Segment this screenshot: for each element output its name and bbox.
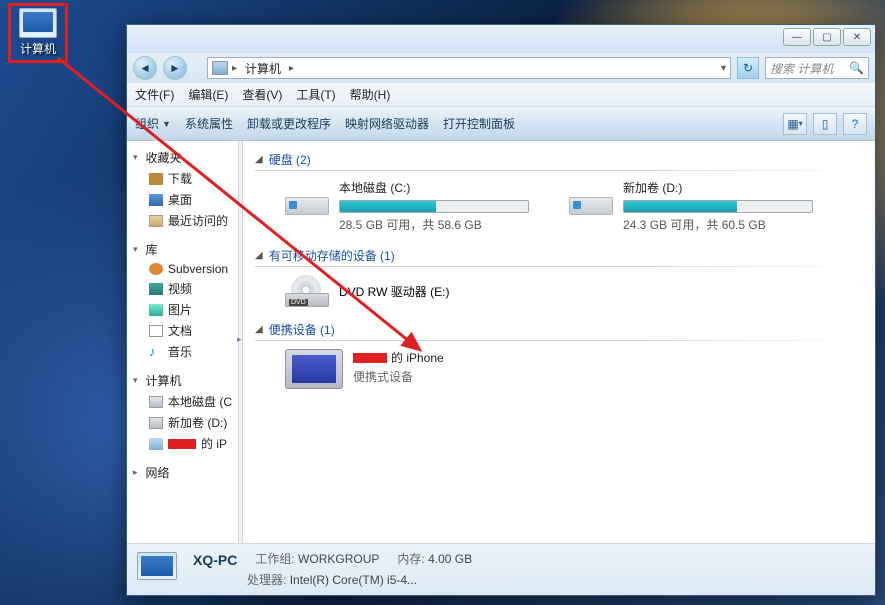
address-row: ◄ ► ▸ 计算机 ▸ ▾ ↻ 搜索 计算机 🔍 bbox=[127, 53, 875, 83]
device-name: 的 iPhone bbox=[353, 349, 444, 366]
device-icon bbox=[285, 349, 343, 389]
control-panel-button[interactable]: 打开控制面板 bbox=[443, 115, 515, 132]
tree-item-music[interactable]: ♪音乐 bbox=[127, 341, 238, 362]
menu-file[interactable]: 文件(F) bbox=[135, 86, 174, 103]
menu-bar: 文件(F) 编辑(E) 查看(V) 工具(T) 帮助(H) bbox=[127, 83, 875, 107]
map-drive-button[interactable]: 映射网络驱动器 bbox=[345, 115, 429, 132]
dvd-drive[interactable]: DVD DVD RW 驱动器 (E:) bbox=[255, 271, 863, 317]
dvd-icon: DVD bbox=[285, 275, 329, 307]
toolbar: 组织▼ 系统属性 卸载或更改程序 映射网络驱动器 打开控制面板 ▦▾ ▯ ? bbox=[127, 107, 875, 141]
search-placeholder: 搜索 计算机 bbox=[770, 60, 833, 77]
portable-device-iphone[interactable]: 的 iPhone 便携式设备 bbox=[255, 345, 863, 399]
section-removable[interactable]: ◢有可移动存储的设备 (1) bbox=[255, 243, 863, 268]
computer-icon bbox=[19, 8, 57, 38]
drive-name: 新加卷 (D:) bbox=[623, 179, 829, 196]
drive-icon bbox=[569, 179, 613, 215]
help-button[interactable]: ? bbox=[843, 113, 867, 135]
section-portable[interactable]: ◢便携设备 (1) bbox=[255, 317, 863, 342]
organize-button[interactable]: 组织▼ bbox=[135, 115, 171, 132]
tree-splitter[interactable] bbox=[239, 141, 243, 543]
dvd-name: DVD RW 驱动器 (E:) bbox=[339, 283, 449, 300]
section-drives[interactable]: ◢硬盘 (2) bbox=[255, 147, 863, 172]
tree-network[interactable]: ▸网络 bbox=[127, 462, 238, 483]
address-bar[interactable]: ▸ 计算机 ▸ ▾ bbox=[207, 57, 731, 79]
uninstall-programs-button[interactable]: 卸载或更改程序 bbox=[247, 115, 331, 132]
search-input[interactable]: 搜索 计算机 🔍 bbox=[765, 57, 869, 79]
view-options-button[interactable]: ▦▾ bbox=[783, 113, 807, 135]
tree-favorites[interactable]: ▾收藏夹 bbox=[127, 147, 238, 168]
refresh-button[interactable]: ↻ bbox=[737, 57, 759, 79]
system-properties-button[interactable]: 系统属性 bbox=[185, 115, 233, 132]
menu-view[interactable]: 查看(V) bbox=[242, 86, 282, 103]
menu-tools[interactable]: 工具(T) bbox=[296, 86, 335, 103]
tree-item-recent[interactable]: 最近访问的 bbox=[127, 210, 238, 231]
chevron-right-icon: ▸ bbox=[232, 63, 237, 74]
device-type: 便携式设备 bbox=[353, 368, 444, 385]
title-bar[interactable]: — ▢ ✕ bbox=[127, 25, 875, 53]
desktop-icon-label: 计算机 bbox=[20, 40, 56, 57]
computer-icon bbox=[137, 552, 181, 588]
drive-info: 28.5 GB 可用，共 58.6 GB bbox=[339, 216, 545, 233]
menu-help[interactable]: 帮助(H) bbox=[350, 86, 391, 103]
search-icon: 🔍 bbox=[849, 61, 864, 75]
tree-item-drive-d[interactable]: 新加卷 (D:) bbox=[127, 412, 238, 433]
tree-item-subversion[interactable]: Subversion bbox=[127, 260, 238, 278]
tree-computer[interactable]: ▾计算机 bbox=[127, 370, 238, 391]
preview-pane-button[interactable]: ▯ bbox=[813, 113, 837, 135]
drive-info: 24.3 GB 可用，共 60.5 GB bbox=[623, 216, 829, 233]
drive-icon bbox=[285, 179, 329, 215]
drive-capacity-bar bbox=[339, 200, 529, 213]
computer-name: XQ-PC bbox=[193, 550, 237, 571]
status-bar: XQ-PC 工作组: WORKGROUP 内存: 4.00 GB 处理器: In… bbox=[127, 543, 875, 595]
drive-c[interactable]: 本地磁盘 (C:) 28.5 GB 可用，共 58.6 GB bbox=[285, 179, 545, 233]
navigation-tree: ▾收藏夹 下载 桌面 最近访问的 ▾库 Subversion 视频 图片 文档 … bbox=[127, 141, 239, 543]
chevron-right-icon[interactable]: ▸ bbox=[289, 63, 294, 74]
tree-item-iphone[interactable]: 的 iP bbox=[127, 433, 238, 454]
computer-icon bbox=[212, 61, 228, 75]
content-pane: ◢硬盘 (2) 本地磁盘 (C:) 28.5 GB 可用，共 58.6 GB 新… bbox=[243, 141, 875, 543]
tree-item-downloads[interactable]: 下载 bbox=[127, 168, 238, 189]
forward-button[interactable]: ► bbox=[163, 56, 187, 80]
dropdown-icon[interactable]: ▾ bbox=[721, 63, 726, 74]
desktop-computer-icon[interactable]: 计算机 bbox=[8, 3, 68, 63]
drive-capacity-bar bbox=[623, 200, 813, 213]
tree-item-documents[interactable]: 文档 bbox=[127, 320, 238, 341]
back-button[interactable]: ◄ bbox=[133, 56, 157, 80]
tree-item-pictures[interactable]: 图片 bbox=[127, 299, 238, 320]
menu-edit[interactable]: 编辑(E) bbox=[188, 86, 228, 103]
minimize-button[interactable]: — bbox=[783, 28, 811, 46]
explorer-window: — ▢ ✕ ◄ ► ▸ 计算机 ▸ ▾ ↻ 搜索 计算机 🔍 文件(F) 编辑(… bbox=[126, 24, 876, 596]
drive-name: 本地磁盘 (C:) bbox=[339, 179, 545, 196]
close-button[interactable]: ✕ bbox=[843, 28, 871, 46]
drive-d[interactable]: 新加卷 (D:) 24.3 GB 可用，共 60.5 GB bbox=[569, 179, 829, 233]
tree-item-desktop[interactable]: 桌面 bbox=[127, 189, 238, 210]
tree-item-videos[interactable]: 视频 bbox=[127, 278, 238, 299]
breadcrumb[interactable]: 计算机 bbox=[241, 60, 285, 77]
tree-item-drive-c[interactable]: 本地磁盘 (C bbox=[127, 391, 238, 412]
tree-libraries[interactable]: ▾库 bbox=[127, 239, 238, 260]
maximize-button[interactable]: ▢ bbox=[813, 28, 841, 46]
